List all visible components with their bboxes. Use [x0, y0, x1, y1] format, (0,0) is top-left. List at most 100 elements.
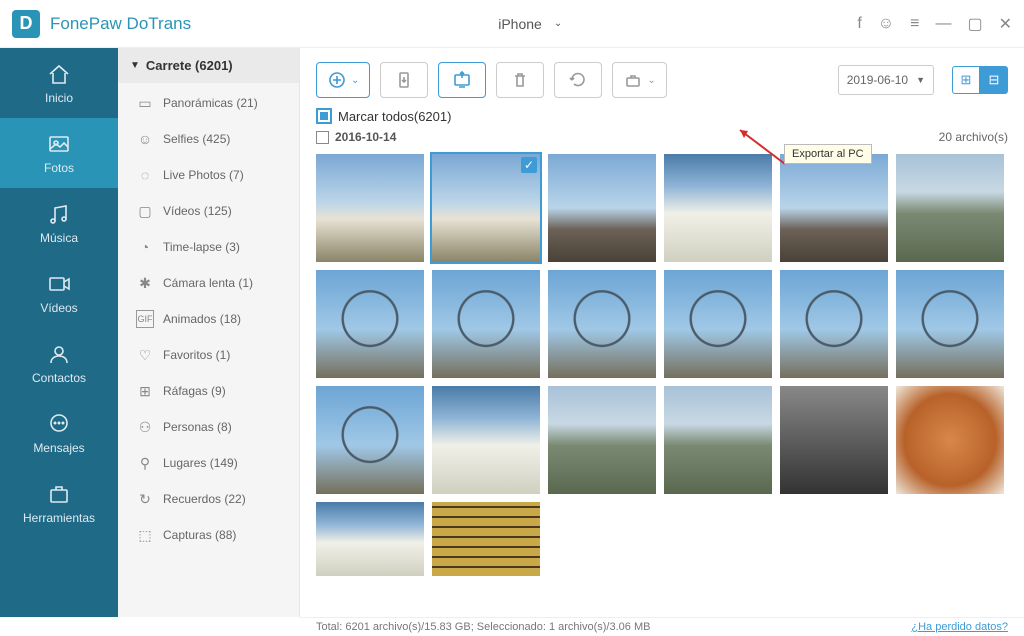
- photo-thumb[interactable]: [548, 386, 656, 494]
- livephoto-icon: ◌: [136, 166, 154, 184]
- home-icon: [46, 61, 72, 87]
- photo-thumb[interactable]: [432, 386, 540, 494]
- minimize-icon[interactable]: —: [935, 15, 951, 33]
- album-panel: ▼ Carrete (6201) ▭Panorámicas (21) ☺Self…: [118, 48, 300, 617]
- album-header[interactable]: ▼ Carrete (6201): [118, 48, 299, 83]
- photo-thumb[interactable]: [896, 270, 1004, 378]
- sidebar-item-fotos[interactable]: Fotos: [0, 118, 118, 188]
- device-selector[interactable]: iPhone ⌄: [464, 12, 584, 36]
- content-area: ⌄ ⌄ 2019-06-10 ▼ ⊞ ⊟ Exportar al PC Marc…: [300, 48, 1024, 617]
- photo-thumb[interactable]: [664, 386, 772, 494]
- music-icon: [46, 201, 72, 227]
- photo-thumb[interactable]: [316, 270, 424, 378]
- sidebar-label: Mensajes: [33, 441, 84, 455]
- album-item-timelapse[interactable]: ◔Time-lapse (3): [118, 229, 299, 265]
- album-item-lugares[interactable]: ⚲Lugares (149): [118, 445, 299, 481]
- export-tooltip: Exportar al PC: [784, 144, 872, 164]
- feedback-icon[interactable]: ☺: [878, 15, 894, 33]
- app-title: FonePaw DoTrans: [50, 14, 191, 34]
- photo-thumb[interactable]: [316, 502, 424, 576]
- sidebar-label: Contactos: [32, 371, 86, 385]
- status-bar: Total: 6201 archivo(s)/15.83 GB; Selecci…: [300, 617, 1024, 636]
- album-item-rafagas[interactable]: ⊞Ráfagas (9): [118, 373, 299, 409]
- collapse-icon: ▼: [130, 60, 140, 71]
- select-all-checkbox[interactable]: [316, 108, 332, 124]
- select-all-label: Marcar todos(6201): [338, 109, 451, 124]
- album-item-animados[interactable]: GIFAnimados (18): [118, 301, 299, 337]
- group-date: 2016-10-14: [335, 130, 396, 144]
- close-icon[interactable]: ✕: [999, 14, 1012, 34]
- photo-thumb[interactable]: [432, 154, 540, 262]
- photo-thumb[interactable]: [316, 386, 424, 494]
- photo-thumb[interactable]: [316, 154, 424, 262]
- photo-thumb[interactable]: [664, 154, 772, 262]
- export-to-device-button[interactable]: [380, 62, 428, 98]
- lost-data-link[interactable]: ¿Ha perdido datos?: [911, 621, 1008, 633]
- toolbar: ⌄ ⌄ 2019-06-10 ▼ ⊞ ⊟: [300, 48, 1024, 108]
- photo-thumb[interactable]: [664, 270, 772, 378]
- status-text: Total: 6201 archivo(s)/15.83 GB; Selecci…: [316, 621, 650, 633]
- date-selector[interactable]: 2019-06-10 ▼: [838, 65, 934, 95]
- export-to-pc-button[interactable]: [438, 62, 486, 98]
- group-count: 20 archivo(s): [939, 130, 1008, 144]
- photos-icon: [46, 131, 72, 157]
- view-grid-small[interactable]: ⊟: [980, 66, 1008, 94]
- photo-thumb[interactable]: [780, 154, 888, 262]
- album-item-panoramicas[interactable]: ▭Panorámicas (21): [118, 85, 299, 121]
- delete-button[interactable]: [496, 62, 544, 98]
- menu-icon[interactable]: ≡: [910, 15, 919, 33]
- messages-icon: [46, 411, 72, 437]
- album-item-selfies[interactable]: ☺Selfies (425): [118, 121, 299, 157]
- gif-icon: GIF: [136, 310, 154, 328]
- album-item-videos[interactable]: ▢Vídeos (125): [118, 193, 299, 229]
- add-button[interactable]: ⌄: [316, 62, 370, 98]
- sidebar-item-videos[interactable]: Vídeos: [0, 258, 118, 328]
- toolbox-button[interactable]: ⌄: [612, 62, 666, 98]
- album-item-camaralenta[interactable]: ✱Cámara lenta (1): [118, 265, 299, 301]
- photo-thumb[interactable]: [432, 502, 540, 576]
- places-icon: ⚲: [136, 454, 154, 472]
- sidebar: Inicio Fotos Música Vídeos Contactos Men…: [0, 48, 118, 617]
- screenshot-icon: ⬚: [136, 526, 154, 544]
- timelapse-icon: ◔: [136, 238, 154, 256]
- chevron-down-icon: ⌄: [351, 75, 359, 86]
- refresh-button[interactable]: [554, 62, 602, 98]
- sidebar-label: Fotos: [44, 161, 74, 175]
- photo-thumb[interactable]: [548, 270, 656, 378]
- sidebar-item-mensajes[interactable]: Mensajes: [0, 398, 118, 468]
- album-item-recuerdos[interactable]: ↻Recuerdos (22): [118, 481, 299, 517]
- videos-icon: [46, 271, 72, 297]
- app-logo: D: [12, 10, 40, 38]
- photo-thumb[interactable]: [432, 270, 540, 378]
- chevron-down-icon: ▼: [916, 75, 925, 85]
- sidebar-label: Música: [40, 231, 78, 245]
- slowmo-icon: ✱: [136, 274, 154, 292]
- sidebar-label: Inicio: [45, 91, 73, 105]
- heart-icon: ♡: [136, 346, 154, 364]
- maximize-icon[interactable]: ▢: [967, 14, 982, 34]
- view-grid-large[interactable]: ⊞: [952, 66, 980, 94]
- facebook-icon[interactable]: f: [857, 15, 861, 33]
- photo-thumb[interactable]: [896, 154, 1004, 262]
- date-group-checkbox[interactable]: [316, 131, 329, 144]
- device-name: iPhone: [498, 16, 542, 32]
- photo-thumb[interactable]: [548, 154, 656, 262]
- date-value: 2019-06-10: [847, 73, 908, 87]
- panorama-icon: ▭: [136, 94, 154, 112]
- photo-thumb[interactable]: [896, 386, 1004, 494]
- contacts-icon: [46, 341, 72, 367]
- burst-icon: ⊞: [136, 382, 154, 400]
- album-item-personas[interactable]: ⚇Personas (8): [118, 409, 299, 445]
- photo-thumb[interactable]: [780, 270, 888, 378]
- sidebar-label: Vídeos: [40, 301, 77, 315]
- album-item-capturas[interactable]: ⬚Capturas (88): [118, 517, 299, 553]
- album-header-label: Carrete (6201): [146, 58, 233, 73]
- sidebar-item-contactos[interactable]: Contactos: [0, 328, 118, 398]
- selfie-icon: ☺: [136, 130, 154, 148]
- sidebar-item-herramientas[interactable]: Herramientas: [0, 468, 118, 538]
- album-item-favoritos[interactable]: ♡Favoritos (1): [118, 337, 299, 373]
- album-item-livephotos[interactable]: ◌Live Photos (7): [118, 157, 299, 193]
- sidebar-item-inicio[interactable]: Inicio: [0, 48, 118, 118]
- sidebar-item-musica[interactable]: Música: [0, 188, 118, 258]
- photo-thumb[interactable]: [780, 386, 888, 494]
